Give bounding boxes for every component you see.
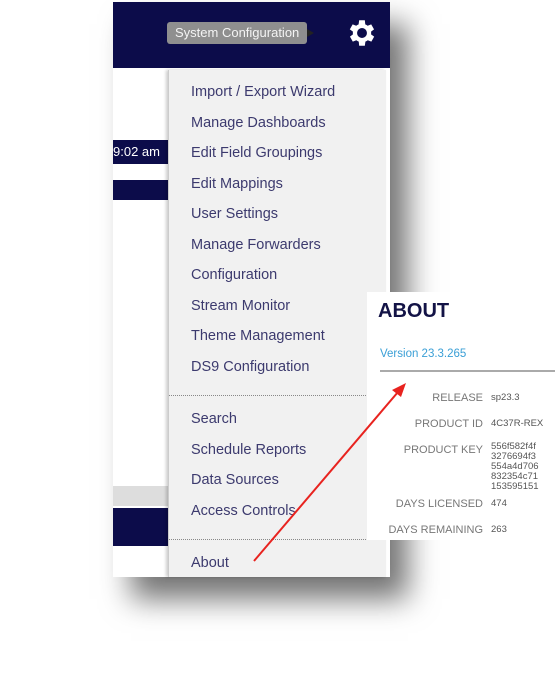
annotation-arrow xyxy=(253,383,406,562)
